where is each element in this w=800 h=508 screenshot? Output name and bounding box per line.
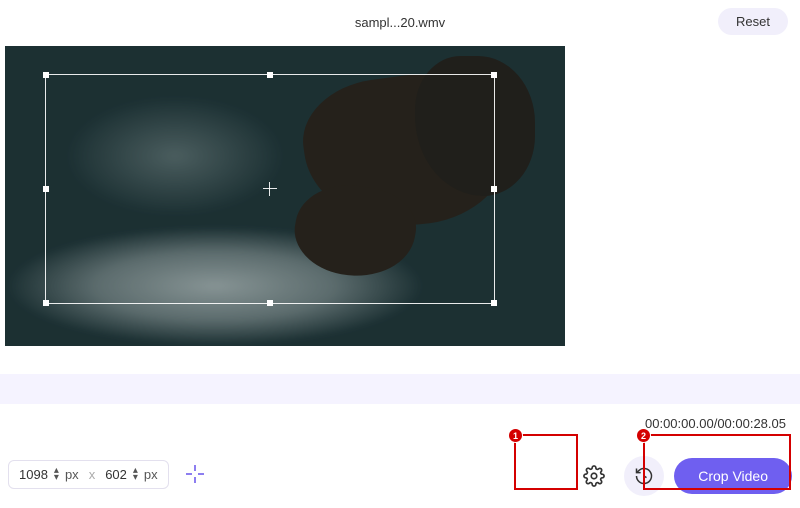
annotation-badge-1: 1: [508, 428, 523, 443]
annotation-badge-2: 2: [636, 428, 651, 443]
history-icon: [634, 466, 654, 486]
file-name: sampl...20.wmv: [355, 15, 445, 30]
aspect-ratio-icon[interactable]: [181, 460, 209, 488]
crop-handle-top-center[interactable]: [267, 72, 273, 78]
crop-handle-top-right[interactable]: [491, 72, 497, 78]
width-stepper[interactable]: ▴▾: [54, 467, 59, 481]
history-button[interactable]: [624, 456, 664, 496]
width-value[interactable]: 1098: [19, 467, 48, 482]
crop-handle-bottom-left[interactable]: [43, 300, 49, 306]
height-stepper[interactable]: ▴▾: [133, 467, 138, 481]
header: sampl...20.wmv Reset: [0, 0, 800, 44]
height-value[interactable]: 602: [105, 467, 127, 482]
width-unit: px: [65, 467, 79, 482]
crop-center-cross[interactable]: [263, 182, 277, 196]
crop-handle-right-center[interactable]: [491, 186, 497, 192]
crop-handle-top-left[interactable]: [43, 72, 49, 78]
dimensions-input[interactable]: 1098 ▴▾ px x 602 ▴▾ px: [8, 460, 169, 489]
time-current: 00:00:00.00: [645, 416, 714, 431]
right-controls: Crop Video: [574, 456, 792, 496]
timeline-bar: [0, 374, 800, 404]
settings-button[interactable]: [574, 456, 614, 496]
dimension-separator: x: [85, 467, 100, 482]
crop-video-button[interactable]: Crop Video: [674, 458, 792, 494]
time-display: 00:00:00.00/00:00:28.05: [645, 416, 786, 431]
height-unit: px: [144, 467, 158, 482]
gear-icon: [583, 465, 605, 487]
crop-handle-bottom-right[interactable]: [491, 300, 497, 306]
crop-handle-bottom-center[interactable]: [267, 300, 273, 306]
crop-frame[interactable]: [45, 74, 495, 304]
video-preview[interactable]: [5, 46, 565, 346]
time-total: 00:00:28.05: [717, 416, 786, 431]
crop-handle-left-center[interactable]: [43, 186, 49, 192]
reset-button[interactable]: Reset: [718, 8, 788, 35]
